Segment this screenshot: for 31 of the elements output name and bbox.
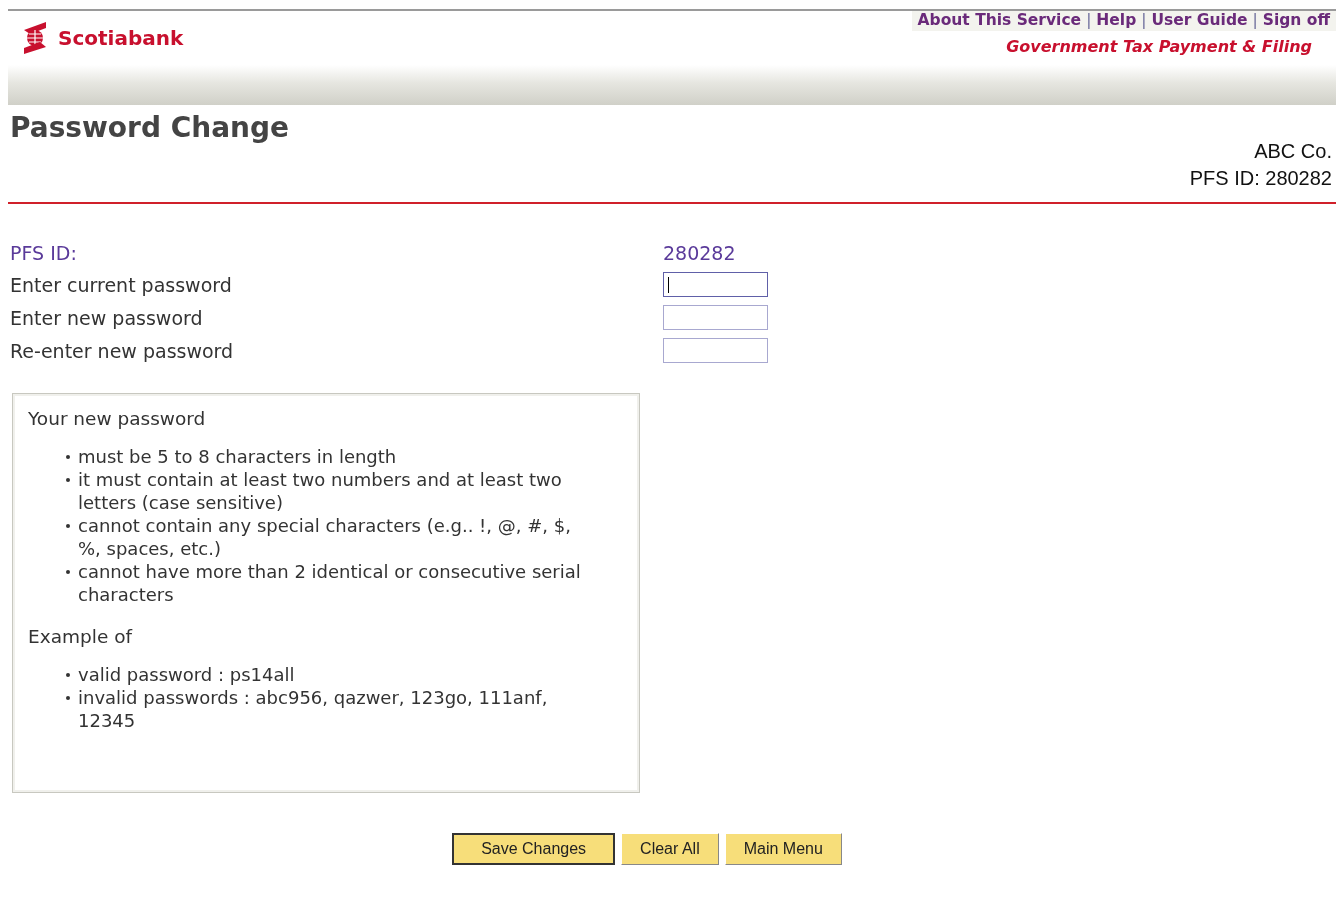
password-field[interactable] — [663, 305, 768, 330]
password-field[interactable] — [663, 272, 768, 297]
field-label: Enter new password — [9, 306, 204, 329]
account-id: PFS ID: 280282 — [1189, 166, 1332, 191]
rule-item: invalid passwords : abc956, qazwer, 123go, 111anf, 12345 — [65, 686, 595, 732]
field-label: Enter current password — [9, 273, 233, 296]
brand-name: Scotiabank — [58, 26, 184, 50]
header-link[interactable]: Help — [1096, 11, 1137, 29]
rule-item: cannot have more than 2 identical or consecutive serial characters — [65, 560, 595, 606]
company-name: ABC Co. — [1254, 139, 1332, 164]
rule-item: it must contain at least two numbers and at least two letters (case sensitive) — [65, 468, 595, 514]
link-separator: | — [1252, 11, 1258, 29]
action-button[interactable]: Save Changes — [452, 833, 616, 865]
rule-item: valid password : ps14all — [65, 663, 595, 686]
rule-item: cannot contain any special characters (e.g.. !, @, #, $, %, spaces, etc.) — [65, 514, 595, 560]
header-link[interactable]: About This Service — [917, 11, 1082, 29]
rules-heading: Example of — [28, 626, 134, 647]
header-link[interactable]: User Guide — [1151, 11, 1248, 29]
service-tagline: Government Tax Payment & Filing — [1006, 36, 1313, 56]
rule-item: must be 5 to 8 characters in length — [65, 445, 595, 468]
field-value: 280282 — [663, 242, 737, 264]
rules-heading: Your new password — [28, 408, 207, 429]
link-separator: | — [1086, 11, 1092, 29]
action-button[interactable]: Main Menu — [724, 833, 842, 865]
password-field[interactable] — [663, 338, 768, 363]
action-button[interactable]: Clear All — [621, 833, 719, 865]
link-separator: | — [1141, 11, 1147, 29]
field-label: PFS ID: — [9, 242, 78, 264]
header-link[interactable]: Sign off — [1262, 11, 1330, 29]
field-label: Re-enter new password — [9, 339, 235, 362]
page-title: Password Change — [10, 111, 291, 144]
